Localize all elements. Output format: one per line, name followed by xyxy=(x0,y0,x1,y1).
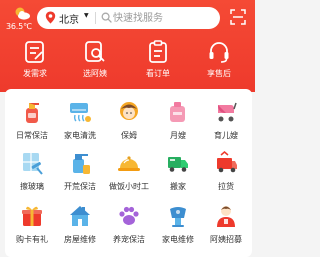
service-house-repair[interactable]: 房屋维修 xyxy=(55,199,105,251)
quick-action-choose-nanny[interactable]: 选阿姨 xyxy=(71,38,119,84)
scan-icon[interactable] xyxy=(230,9,246,25)
service-label: 阿姨招募 xyxy=(210,235,242,244)
search-bar[interactable]: 北京 ▼ xyxy=(37,7,220,29)
service-nanny[interactable]: 保姆 xyxy=(104,95,154,147)
appliance-wash-icon xyxy=(70,103,91,122)
quick-action-label: 看订单 xyxy=(146,69,170,78)
quick-action-post-request[interactable]: 发需求 xyxy=(11,38,59,84)
quick-action-view-orders[interactable]: 看订单 xyxy=(134,38,182,84)
clipboard-icon xyxy=(149,40,167,63)
partly-cloudy-icon xyxy=(15,7,30,20)
service-maternity-nurse[interactable]: 月嫂 xyxy=(153,95,203,147)
service-freight[interactable]: 拉货 xyxy=(201,146,251,198)
service-appliance-repair[interactable]: 家电维修 xyxy=(153,199,203,251)
chevron-down-icon: ▼ xyxy=(84,12,89,19)
quick-action-label: 享售后 xyxy=(207,69,231,78)
service-pet-cleaning[interactable]: 养宠保洁 xyxy=(104,199,154,251)
gift-icon xyxy=(22,206,42,226)
services-grid: 日常保洁 家电清洗 保姆 月嫂 育儿嫂 擦玻璃 开荒保洁 做饭小时工 搬家 拉货… xyxy=(5,89,252,257)
divider xyxy=(95,12,96,24)
quick-action-label: 选阿姨 xyxy=(83,69,107,78)
temperature-text: 36.5℃ xyxy=(6,22,32,31)
city-selector[interactable]: 北京 xyxy=(59,11,79,26)
quick-action-after-sales[interactable]: 享售后 xyxy=(195,38,243,84)
truck-icon xyxy=(168,157,188,172)
nanny-icon xyxy=(120,102,138,120)
service-label: 育儿嫂 xyxy=(214,131,238,140)
service-label: 拉货 xyxy=(218,182,234,191)
search-person-icon xyxy=(85,41,105,62)
service-appliance-wash[interactable]: 家电清洗 xyxy=(55,95,105,147)
cargo-icon xyxy=(217,151,237,173)
service-deep-cleaning[interactable]: 开荒保洁 xyxy=(55,146,105,198)
recruit-icon xyxy=(217,206,235,227)
service-gift-card[interactable]: 购卡有礼 xyxy=(7,199,57,251)
request-form-icon xyxy=(25,41,44,63)
service-moving[interactable]: 搬家 xyxy=(153,146,203,198)
search-input[interactable] xyxy=(113,9,213,27)
service-nanny-recruitment[interactable]: 阿姨招募 xyxy=(201,199,251,251)
header-bar: 36.5℃ 北京 ▼ 发需求 选阿姨 xyxy=(0,0,255,92)
weather-widget[interactable]: 36.5℃ xyxy=(4,6,34,34)
cloche-icon xyxy=(118,156,140,171)
headset-icon xyxy=(209,42,229,63)
appliance-repair-icon xyxy=(170,207,186,227)
cleaning-bottle-icon xyxy=(73,154,90,174)
service-childcare-nanny[interactable]: 育儿嫂 xyxy=(201,95,251,147)
stroller-icon xyxy=(218,102,237,122)
maternity-nurse-icon xyxy=(170,102,185,122)
service-window-cleaning[interactable]: 擦玻璃 xyxy=(7,146,57,198)
house-repair-icon xyxy=(70,206,90,226)
paw-icon xyxy=(119,206,139,225)
quick-action-label: 发需求 xyxy=(23,69,47,78)
service-daily-cleaning[interactable]: 日常保洁 xyxy=(7,95,57,147)
location-pin-icon xyxy=(45,11,56,24)
service-hourly-cook[interactable]: 做饭小时工 xyxy=(104,146,154,198)
cleaning-spray-icon xyxy=(26,103,39,123)
squeegee-icon xyxy=(23,153,43,175)
search-icon xyxy=(101,12,112,23)
